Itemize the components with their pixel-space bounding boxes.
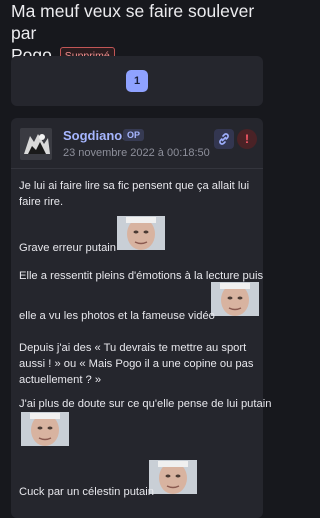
sticker-image xyxy=(149,460,197,494)
post-text-line: Depuis j'ai des « Tu devrais te mettre a… xyxy=(19,342,247,354)
alert-icon: ! xyxy=(245,132,249,146)
author-name[interactable]: Sogdianos xyxy=(63,128,129,143)
page-button-current[interactable]: 1 xyxy=(126,70,148,92)
topic-title-line1: Ma meuf veux se faire soulever par xyxy=(11,1,255,43)
post-text-line: aussi ! » ou « Mais Pogo il a une copine… xyxy=(19,358,254,370)
post-date: 23 novembre 2022 à 00:18:50 xyxy=(63,147,210,159)
post-card: Sogdianos OP 23 novembre 2022 à 00:18:50… xyxy=(11,118,271,518)
sticker-image xyxy=(211,282,259,316)
sticker-image xyxy=(117,216,165,250)
post-text-line: Grave erreur putain xyxy=(19,242,117,254)
post-text-line: Je lui ai faire lire sa fic pensent que … xyxy=(19,180,250,192)
post-text-line: faire rire. xyxy=(19,196,64,208)
link-icon xyxy=(219,133,229,145)
report-button[interactable]: ! xyxy=(237,129,257,149)
avatar[interactable] xyxy=(20,128,52,160)
page: Ma meuf veux se faire soulever par Pogo … xyxy=(0,0,274,518)
pagination: 1 xyxy=(11,56,263,106)
post-text-line: Cuck par un célestin putain xyxy=(19,486,154,498)
op-badge: OP xyxy=(123,129,145,141)
post-text-line: elle a vu les photos et la fameuse vidéo xyxy=(19,310,215,322)
post-text-line: J'ai plus de doute sur ce qu'elle pense … xyxy=(19,398,272,410)
post-header: Sogdianos OP 23 novembre 2022 à 00:18:50… xyxy=(11,118,263,169)
link-button[interactable] xyxy=(214,129,234,149)
post-text-line: actuellement ? » xyxy=(19,374,102,386)
sticker-image xyxy=(21,412,69,446)
